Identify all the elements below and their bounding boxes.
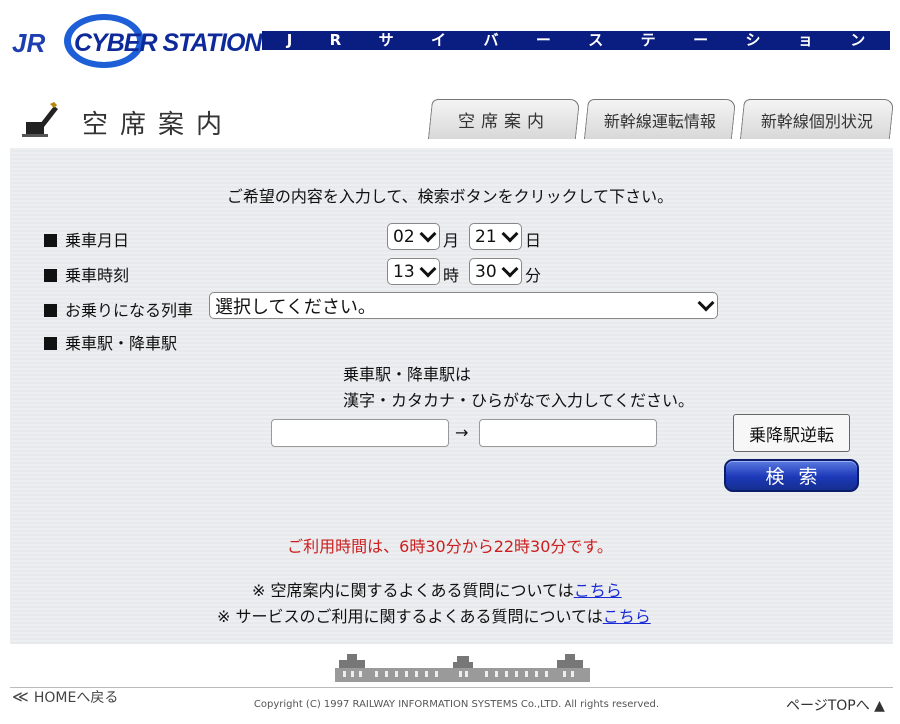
hour-unit: 時 [443,266,460,285]
service-hours-notice: ご利用時間は、6時30分から22時30分です。 [287,537,613,556]
page-title: 空席案内 [82,110,235,140]
pen-icon [22,102,58,137]
jr-cyber-station-banner: JRサイバーステーション [262,31,890,50]
minute-select[interactable]: 30 [469,258,522,285]
tab-label: 新幹線個別状況 [760,111,873,131]
bullet-square-icon [44,337,57,350]
month-unit: 月 [443,231,460,250]
swap-stations-button[interactable]: 乗降駅逆転 [733,414,850,452]
bullet-square-icon [44,269,57,282]
search-button[interactable]: 検索 [724,459,859,492]
faq-seat-line: ※ 空席案内に関するよくある質問についてはこちら [252,581,622,600]
minute-unit: 分 [525,266,542,285]
tab-label: 新幹線運転情報 [603,111,716,131]
faq-service-link[interactable]: こちら [603,607,651,626]
day-select[interactable]: 21 [469,223,522,250]
station-label: 乗車駅・降車駅 [44,330,177,354]
footer-divider [10,687,893,688]
bullet-square-icon [44,234,57,247]
arrow-icon: → [455,423,469,442]
chevron-down-icon [501,260,519,278]
jr-cyber-station-logo: JR CYBER STATION [12,14,264,68]
train-label: お乗りになる列車 [44,297,193,321]
chevron-down-icon [501,225,519,243]
train-select[interactable]: 選択してください。 [209,292,718,319]
tab-shinkansen-status[interactable]: 新幹線個別状況 [739,99,895,139]
page-top-link[interactable]: ページTOPへ ▲ [786,695,885,715]
chevron-down-icon [419,260,437,278]
tab-seat-availability[interactable]: 空席案内 [427,99,581,139]
faq-service-line: ※ サービスのご利用に関するよくある質問についてはこちら [217,607,651,626]
arrival-station-input[interactable] [479,419,657,447]
hour-select[interactable]: 13 [387,258,440,285]
svg-text:JR: JR [12,28,45,58]
chevron-down-icon [419,225,437,243]
date-label: 乗車月日 [44,227,129,251]
departure-station-input[interactable] [271,419,449,447]
svg-text:CYBER STATION: CYBER STATION [74,29,263,57]
copyright-text: Copyright (C) 1997 RAILWAY INFORMATION S… [253,699,660,710]
month-select[interactable]: 02 [387,223,440,250]
bullet-square-icon [44,304,57,317]
triangle-up-icon: ▲ [869,698,885,714]
station-hint-line2: 漢字・カタカナ・ひらがなで入力してください。 [343,391,695,410]
day-unit: 日 [525,231,542,250]
faq-seat-link[interactable]: こちら [574,581,622,600]
form-instruction: ご希望の内容を入力して、検索ボタンをクリックして下さい。 [226,187,674,206]
tab-shinkansen-operation[interactable]: 新幹線運転情報 [583,99,737,139]
chevron-down-icon [697,294,715,312]
time-label: 乗車時刻 [44,262,129,286]
tokyo-station-building-icon [335,654,590,682]
tab-label: 空席案内 [457,112,550,132]
station-hint-line1: 乗車駅・降車駅は [343,365,472,384]
